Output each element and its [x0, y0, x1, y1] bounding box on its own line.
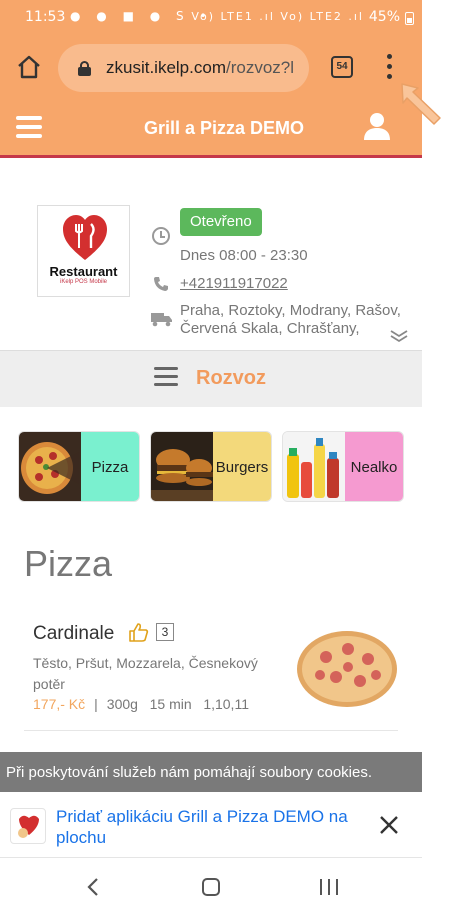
product-item[interactable]: Cardinale 3 Těsto, Pršut, Mozzarela, Čes… — [24, 605, 398, 731]
battery-icon — [405, 12, 414, 25]
category-label: Pizza — [81, 432, 139, 501]
nav-home-icon[interactable] — [202, 878, 220, 896]
burgers-category-image — [151, 432, 213, 501]
category-menu-icon[interactable] — [154, 367, 178, 387]
open-status-badge: Otevřeno — [180, 208, 262, 236]
product-description: Těsto, Pršut, Mozzarela, Česnekový potěr — [33, 655, 258, 692]
drinks-category-image — [283, 432, 345, 501]
section-bar[interactable]: Rozvoz — [0, 351, 422, 407]
category-label: Nealko — [345, 432, 403, 501]
address-bar[interactable]: zkusit.ikelp.com/rozvoz?l — [58, 44, 309, 92]
install-prompt-link[interactable]: Pridať aplikáciu Grill a Pizza DEMO na p… — [56, 806, 356, 848]
clock-icon — [152, 227, 170, 245]
recent-apps-icon[interactable] — [320, 879, 340, 895]
hamburger-menu-icon[interactable] — [16, 116, 42, 138]
category-nealko[interactable]: Nealko — [282, 431, 404, 502]
phone-screen: 11:53 ● ● ■ ● S • Vo) LTE1 .ıl Vo) LTE2 … — [0, 0, 422, 912]
url-path: /rozvoz?l — [225, 58, 295, 77]
product-weight: 300g — [106, 696, 138, 712]
site-header: Grill a Pizza DEMO — [0, 100, 422, 158]
pizza-category-image — [19, 432, 81, 501]
system-nav-bar — [0, 858, 422, 912]
opening-hours: Dnes 08:00 - 23:30 — [180, 247, 308, 264]
logo-word: Restaurant — [49, 264, 118, 279]
pointer-arrow-icon — [396, 80, 446, 128]
meta-separator: | — [94, 696, 98, 712]
browser-toolbar: zkusit.ikelp.com/rozvoz?l 54 — [0, 36, 422, 100]
close-icon[interactable] — [378, 814, 400, 836]
category-label: Burgers — [213, 432, 271, 501]
delivery-area: Praha, Roztoky, Modrany, Rašov, Červená … — [180, 302, 401, 337]
site-title: Grill a Pizza DEMO — [143, 118, 305, 138]
product-image[interactable] — [296, 627, 398, 711]
thumbs-up-icon[interactable] — [129, 622, 149, 642]
user-account-icon[interactable] — [362, 111, 392, 141]
logo-subtitle: iKelp POS Mobile — [59, 279, 108, 285]
restaurant-info: Restaurant iKelp POS Mobile Otevřeno Dne… — [0, 161, 422, 351]
back-icon[interactable] — [86, 878, 100, 896]
cookie-text: Při poskytování služeb nám pomáhají soub… — [6, 764, 373, 781]
tab-switcher-button[interactable]: 54 — [331, 56, 353, 78]
chevron-double-down-icon[interactable] — [389, 329, 409, 343]
app-icon — [10, 808, 46, 844]
category-burgers[interactable]: Burgers — [150, 431, 272, 502]
product-meta: 177,- Kč | 300g 15 min 1,10,11 — [33, 696, 249, 712]
more-vert-icon[interactable] — [379, 52, 399, 82]
section-title: Rozvoz — [196, 367, 266, 389]
heart-logo-icon — [63, 215, 107, 260]
restaurant-logo: Restaurant iKelp POS Mobile — [37, 205, 130, 297]
right-margin — [422, 0, 453, 912]
phone-icon — [153, 276, 169, 292]
url-text[interactable]: zkusit.ikelp.com/rozvoz?l — [106, 58, 302, 78]
product-time: 15 min — [149, 696, 192, 712]
url-domain: zkusit.ikelp.com — [106, 58, 226, 77]
lock-icon — [78, 61, 91, 76]
product-price: 177,- Kč — [33, 696, 86, 712]
phone-link[interactable]: +421911917022 — [180, 275, 288, 292]
product-name: Cardinale — [33, 623, 115, 644]
status-time: 11:53 — [25, 9, 66, 25]
status-bar: 11:53 ● ● ■ ● S • Vo) LTE1 .ıl Vo) LTE2 … — [0, 0, 422, 36]
install-banner[interactable]: Pridať aplikáciu Grill a Pizza DEMO na p… — [0, 792, 422, 858]
product-allergens: 1,10,11 — [203, 696, 249, 712]
cookie-notice[interactable]: Při poskytování služeb nám pomáhají soub… — [0, 752, 422, 792]
delivery-truck-icon — [151, 311, 173, 327]
home-icon[interactable] — [14, 52, 44, 82]
menu-section-heading: Pizza — [24, 543, 113, 584]
like-count: 3 — [156, 623, 174, 641]
battery-percent: 45% — [368, 9, 400, 25]
category-pizza[interactable]: Pizza — [18, 431, 140, 502]
network-icons: Vo) LTE1 .ıl Vo) LTE2 .ıl — [191, 10, 364, 23]
